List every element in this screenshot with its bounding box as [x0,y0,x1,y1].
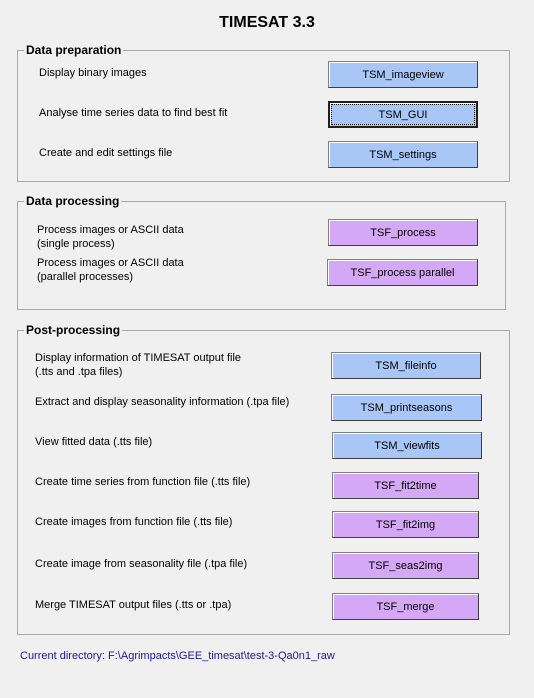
desc-viewfits: View fitted data (.tts file) [35,436,153,448]
desc-process-parallel-line2: (parallel processes) [37,271,133,283]
data-processing-label: Data processing [24,194,122,208]
desc-fileinfo-line2: (.tts and .tpa files) [35,366,123,378]
desc-fileinfo-line1: Display information of TIMESAT output fi… [35,352,242,364]
data-preparation-label: Data preparation [24,43,124,57]
desc-fit2time: Create time series from function file (.… [35,476,251,488]
desc-fit2img: Create images from function file (.tts f… [35,516,233,528]
app-title: TIMESAT 3.3 [219,14,315,31]
tsf-merge-button[interactable]: TSF_merge [332,593,479,620]
tsf-fit2time-button[interactable]: TSF_fit2time [332,472,479,499]
tsm-settings-button[interactable]: TSM_settings [328,141,478,168]
desc-create-settings-file: Create and edit settings file [39,147,173,159]
tsm-printseasons-button[interactable]: TSM_printseasons [331,394,482,421]
tsm-gui-button[interactable]: TSM_GUI [328,101,478,128]
tsf-process-parallel-button[interactable]: TSF_process parallel [327,259,478,286]
desc-printseasons: Extract and display seasonality informat… [35,396,290,408]
desc-display-binary-images: Display binary images [39,67,147,79]
current-directory: Current directory: F:\Agrimpacts\GEE_tim… [20,650,335,662]
desc-process-single-line1: Process images or ASCII data [37,224,184,236]
desc-analyse-time-series: Analyse time series data to find best fi… [39,107,228,119]
desc-seas2img: Create image from seasonality file (.tpa… [35,558,248,570]
desc-process-single-line2: (single process) [37,238,115,250]
tsm-viewfits-button[interactable]: TSM_viewfits [332,432,482,459]
tsm-imageview-button[interactable]: TSM_imageview [328,61,478,88]
tsf-process-button[interactable]: TSF_process [328,219,478,246]
tsm-fileinfo-button[interactable]: TSM_fileinfo [331,352,481,379]
post-processing-label: Post-processing [24,323,123,337]
desc-process-parallel-line1: Process images or ASCII data [37,257,184,269]
tsf-fit2img-button[interactable]: TSF_fit2img [332,511,479,538]
desc-merge: Merge TIMESAT output files (.tts or .tpa… [35,599,232,611]
tsf-seas2img-button[interactable]: TSF_seas2img [332,552,479,579]
